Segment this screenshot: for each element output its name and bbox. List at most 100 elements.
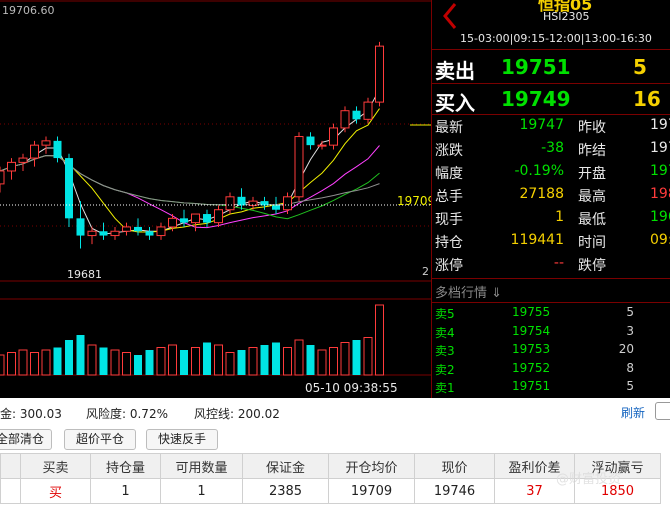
watermark: @财富投资 [556,472,622,487]
candle [168,217,177,228]
quote-label: 昨收 [578,120,606,136]
volume-bar [76,335,85,375]
quote-panel: 恒指05 HSI2305 15-03:00|09:15-12:00|13:00-… [431,0,670,398]
header-cell: 持仓量 [90,453,161,479]
header-cell: 开仓均价 [328,453,415,479]
expand-chevron-icon[interactable]: ⇓ [491,286,502,301]
volume-bar [329,347,338,376]
volume-bar [53,347,62,375]
mark-label: 19709 [397,194,431,208]
candle [7,161,16,172]
divider [432,278,670,279]
divider [432,49,670,50]
orderbook-level-label: 卖1 [435,381,455,395]
candle [317,144,327,147]
multi-level-title[interactable]: 多档行情 ⇓ [435,282,502,301]
orderbook-price[interactable]: 19751 [512,379,550,393]
orderbook-price[interactable]: 19754 [512,324,550,338]
orderbook-volume: 5 [626,379,634,393]
low-label: 19681 [67,268,102,281]
buy-label: 买入 [435,91,475,115]
trading-app: 19706.60 19709 19681 2 05-10 09:38:55 恒指… [0,0,670,513]
moving-average-line [0,88,380,235]
candle [99,231,108,236]
volume-bar [191,347,200,376]
buy-price[interactable]: 19749 [501,87,571,111]
header-cell: 保证金 [242,453,329,479]
margin-cell: 2385 [242,478,329,504]
volume-bar [340,342,350,376]
quote-label: 时间 [578,235,606,251]
margin-info: 金: 300.03 [0,407,62,421]
volume-bar [87,344,97,376]
candle [30,144,39,159]
quote-value: 27188 [519,186,564,202]
open-avg-cell: 19709 [328,478,415,504]
quote-label: 跌停 [578,258,606,274]
candle [122,226,131,232]
close-all-button[interactable]: 全部清仓 [0,429,52,450]
candle [65,158,73,219]
orderbook-price[interactable]: 19755 [512,305,550,319]
volume-bar [110,349,120,376]
candle [214,209,223,224]
orderbook-level-label: 卖5 [435,307,455,321]
volume-bar [248,347,258,376]
candle [203,214,211,223]
quote-value: 196 [650,209,670,225]
volume-bar [203,342,211,375]
volume-bar [214,344,223,376]
kline-chart[interactable]: 19706.60 19709 19681 2 05-10 09:38:55 [0,0,431,398]
header-cell: 可用数量 [160,453,243,479]
volume-bar [272,342,280,375]
orderbook-volume: 8 [626,360,634,375]
candle [272,205,280,210]
candle [156,226,166,237]
quote-label: 最低 [578,212,606,228]
orderbook-level-label: 卖3 [435,344,455,358]
candle [41,140,51,146]
candle [53,140,62,159]
candle [18,157,28,163]
sell-price[interactable]: 19751 [501,55,571,79]
position-qty-cell: 1 [90,478,161,504]
quote-value: 09:39 [650,232,670,248]
volume-bar [352,340,361,375]
quick-reverse-button[interactable]: 快速反手 [146,429,218,450]
orderbook-volume: 3 [626,323,634,338]
quote-value: -0.19% [514,163,564,179]
quote-label: 持仓 [435,235,463,251]
moving-average-line [0,108,380,233]
moving-average-lines [0,88,380,235]
quote-label: 最新 [435,120,463,136]
volume-bars [0,304,384,376]
chart-timestamp: 05-10 09:38:55 [305,381,398,395]
over-price-close-button[interactable]: 超价平仓 [64,429,136,450]
volume-bar [145,350,154,375]
candle [329,127,338,146]
orderbook-level-label: 卖4 [435,325,455,340]
quote-value: 197 [650,163,670,179]
volume-bar [134,355,142,375]
volume-bar [41,349,51,376]
quote-label: 总手 [435,189,463,205]
volume-bar [180,350,188,375]
divider [432,114,670,115]
header-cell [0,453,21,479]
risk-control-info: 风控线: 200.02 [194,407,280,421]
header-cell: 买卖 [20,453,91,479]
volume-bar [7,352,16,376]
multi-level-label: 多档行情 [435,286,488,301]
back-arrow-icon[interactable] [440,2,460,30]
refresh-icon[interactable] [655,402,670,420]
quote-value: 197 [650,140,670,156]
refresh-button[interactable]: 刷新 [621,404,645,421]
orderbook-price[interactable]: 19752 [512,361,550,375]
divider [432,83,670,84]
orderbook-price[interactable]: 19753 [512,342,550,356]
buy-volume: 16 [633,87,661,111]
volume-bar [317,349,327,376]
orderbook-volume: 20 [618,342,634,356]
quote-value: -- [553,255,564,271]
quote-label: 幅度 [435,166,463,182]
